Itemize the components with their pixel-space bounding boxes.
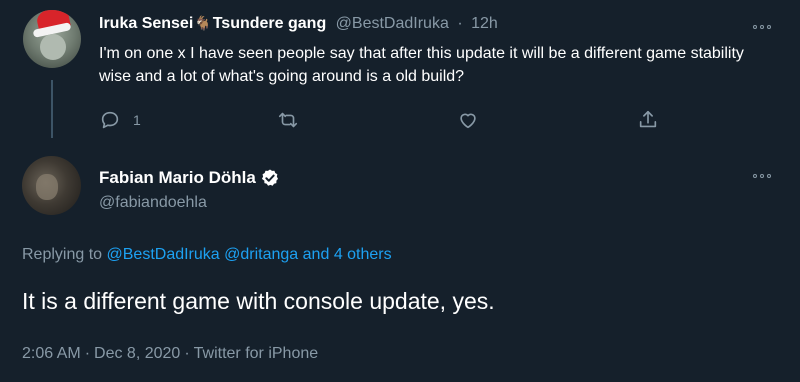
reply-and-word: and	[302, 246, 330, 263]
verified-badge-icon	[261, 169, 278, 186]
share-icon	[639, 110, 657, 128]
tweet-time[interactable]: 2:06 AM	[22, 345, 81, 362]
reply-count: 1	[133, 112, 141, 128]
display-name[interactable]: Fabian Mario Döhla	[99, 168, 256, 188]
retweet-icon	[278, 112, 298, 128]
tweet-date[interactable]: Dec 8, 2020	[94, 345, 180, 362]
separator-dot: ·	[457, 15, 463, 32]
avatar-figure	[36, 174, 58, 200]
reply-mention-link[interactable]: @dritanga	[224, 246, 298, 263]
like-icon	[460, 113, 476, 129]
user-handle[interactable]: @BestDadIruka	[336, 15, 449, 32]
separator-dot: ·	[84, 345, 91, 362]
tweet-source[interactable]: Twitter for iPhone	[194, 345, 319, 362]
tweet-action-bar: 1	[99, 108, 669, 132]
goat-emoji-icon: 🐐	[194, 15, 212, 31]
main-tweet-text: It is a different game with console upda…	[22, 288, 495, 314]
more-icon	[767, 25, 771, 29]
like-button[interactable]	[457, 108, 479, 132]
more-icon	[760, 25, 764, 29]
share-button[interactable]	[637, 108, 659, 132]
reply-button[interactable]: 1	[99, 108, 141, 132]
user-handle[interactable]: @fabiandoehla	[99, 194, 207, 212]
more-icon	[753, 174, 757, 178]
reply-mention-link[interactable]: @BestDadIruka	[107, 246, 220, 263]
display-name[interactable]: Iruka Sensei🐐Tsundere gang	[99, 15, 326, 32]
tweet-timestamp[interactable]: 12h	[471, 15, 498, 32]
separator-dot: ·	[184, 345, 190, 362]
more-icon	[760, 174, 764, 178]
main-tweet-author: Fabian Mario Döhla	[99, 168, 280, 188]
replying-to-line: Replying to @BestDadIruka @dritanga and …	[22, 246, 392, 264]
replying-prefix: Replying to	[22, 246, 103, 263]
avatar[interactable]	[23, 10, 81, 68]
more-icon	[767, 174, 771, 178]
reply-icon	[101, 111, 119, 129]
avatar-face	[40, 34, 66, 60]
parent-tweet: Iruka Sensei🐐Tsundere gang @BestDadIruka…	[0, 0, 800, 150]
parent-tweet-text: I'm on one x I have seen people say that…	[99, 45, 744, 85]
more-icon	[753, 25, 757, 29]
display-name-suffix: Tsundere gang	[212, 15, 327, 32]
reply-others-link[interactable]: 4 others	[334, 246, 392, 263]
more-options-button[interactable]	[750, 19, 774, 35]
tweet-metadata: 2:06 AM · Dec 8, 2020 · Twitter for iPhone	[22, 345, 318, 363]
parent-tweet-header: Iruka Sensei🐐Tsundere gang @BestDadIruka…	[99, 15, 498, 33]
thread-connector-line	[51, 80, 53, 138]
avatar[interactable]	[22, 156, 81, 215]
retweet-button[interactable]	[277, 108, 299, 132]
more-options-button[interactable]	[750, 168, 774, 184]
display-name-text: Iruka Sensei	[99, 15, 194, 32]
